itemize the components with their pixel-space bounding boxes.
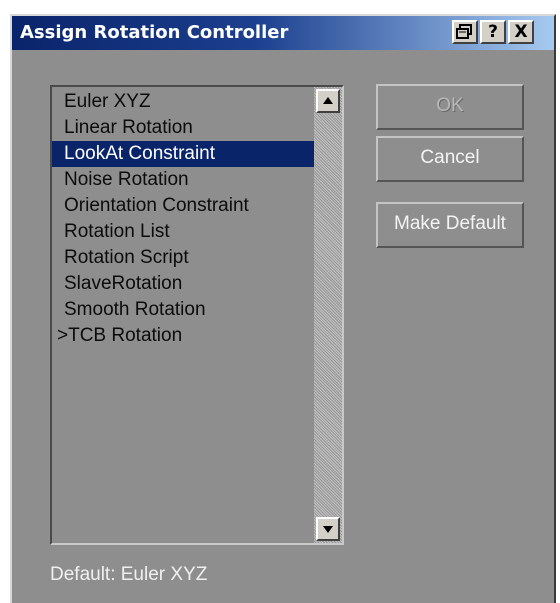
scroll-up-button[interactable]	[316, 89, 340, 113]
list-item-selected[interactable]: LookAt Constraint	[52, 141, 314, 167]
restore-icon	[456, 24, 472, 39]
list-item[interactable]: Rotation List	[52, 219, 314, 245]
list-item[interactable]: Rotation Script	[52, 245, 314, 271]
list-item-current[interactable]: >TCB Rotation	[52, 323, 314, 349]
list-item[interactable]: Euler XYZ	[52, 89, 314, 115]
list-item[interactable]: SlaveRotation	[52, 271, 314, 297]
default-controller-label: Default: Euler XYZ	[50, 564, 208, 585]
help-button[interactable]: ?	[480, 20, 506, 44]
make-default-button[interactable]: Make Default	[376, 202, 524, 248]
window-title: Assign Rotation Controller	[20, 22, 289, 43]
assign-rotation-controller-dialog: Assign Rotation Controller ? X Euler XYZ…	[10, 14, 556, 603]
list-item[interactable]: Smooth Rotation	[52, 297, 314, 323]
controller-listbox[interactable]: Euler XYZ Linear Rotation LookAt Constra…	[50, 85, 344, 545]
restore-button[interactable]	[452, 20, 478, 44]
arrow-down-icon	[323, 526, 333, 533]
ok-button[interactable]: OK	[376, 84, 524, 130]
list-item[interactable]: Orientation Constraint	[52, 193, 314, 219]
arrow-up-icon	[323, 97, 333, 104]
close-button[interactable]: X	[508, 20, 534, 44]
list-item[interactable]: Linear Rotation	[52, 115, 314, 141]
vertical-scrollbar[interactable]	[314, 87, 342, 543]
title-bar[interactable]: Assign Rotation Controller ? X	[12, 16, 554, 50]
scroll-down-button[interactable]	[316, 517, 340, 541]
controller-list: Euler XYZ Linear Rotation LookAt Constra…	[52, 89, 314, 349]
cancel-button[interactable]: Cancel	[376, 136, 524, 182]
list-item[interactable]: Noise Rotation	[52, 167, 314, 193]
